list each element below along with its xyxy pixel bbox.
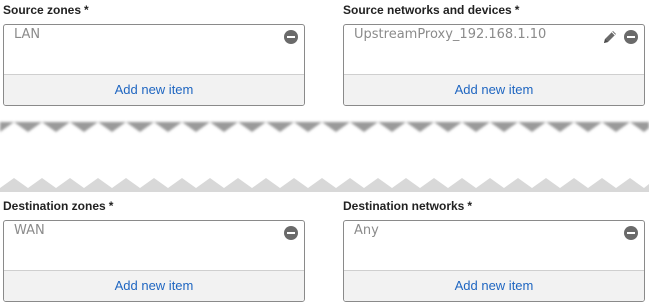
destination-networks-label: Destination networks * bbox=[343, 199, 473, 213]
add-new-item-button[interactable]: Add new item bbox=[344, 74, 644, 105]
source-zones-field: Source zones * LAN Add new item bbox=[3, 2, 305, 106]
remove-icon[interactable] bbox=[284, 30, 298, 44]
remove-icon[interactable] bbox=[284, 226, 298, 240]
list-item-label: Any bbox=[354, 223, 379, 238]
list-item-label: UpstreamProxy_192.168.1.10 bbox=[354, 27, 547, 42]
add-new-item-button[interactable]: Add new item bbox=[344, 270, 644, 301]
source-networks-list: UpstreamProxy_192.168.1.10 Add new item bbox=[343, 24, 645, 106]
destination-zones-field: Destination zones * WAN Add new item bbox=[3, 198, 305, 302]
list-item[interactable]: LAN bbox=[4, 25, 304, 47]
add-new-item-button[interactable]: Add new item bbox=[4, 270, 304, 301]
edit-icon[interactable] bbox=[601, 28, 619, 46]
source-zones-label: Source zones * bbox=[3, 3, 89, 17]
add-new-item-button[interactable]: Add new item bbox=[4, 74, 304, 105]
list-item[interactable]: UpstreamProxy_192.168.1.10 bbox=[344, 25, 644, 47]
source-networks-label: Source networks and devices * bbox=[343, 3, 520, 17]
list-item-label: LAN bbox=[14, 27, 41, 42]
torn-edge-divider-top bbox=[0, 122, 649, 132]
destination-zones-list: WAN Add new item bbox=[3, 220, 305, 302]
remove-icon[interactable] bbox=[624, 226, 638, 240]
destination-networks-list: Any Add new item bbox=[343, 220, 645, 302]
source-zones-list: LAN Add new item bbox=[3, 24, 305, 106]
list-item[interactable]: WAN bbox=[4, 221, 304, 243]
list-item[interactable]: Any bbox=[344, 221, 644, 243]
destination-networks-field: Destination networks * Any Add new item bbox=[343, 198, 645, 302]
destination-zones-label: Destination zones * bbox=[3, 199, 114, 213]
remove-icon[interactable] bbox=[624, 30, 638, 44]
list-item-label: WAN bbox=[14, 223, 45, 238]
source-networks-field: Source networks and devices * UpstreamPro… bbox=[343, 2, 645, 106]
torn-edge-divider-bottom bbox=[0, 178, 649, 192]
